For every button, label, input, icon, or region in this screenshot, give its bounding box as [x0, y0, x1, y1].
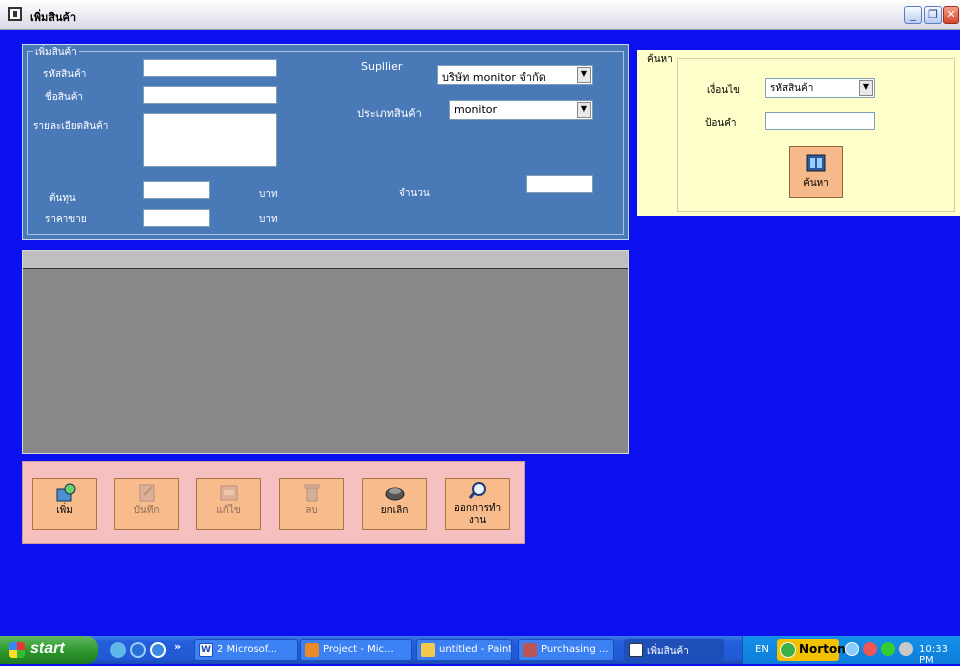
title-bar: เพิ่มสินค้า _ ❐ ✕ — [0, 0, 960, 30]
details-label: รายละเอียดสินค้า — [33, 121, 109, 132]
task-project-label: Project - Mic... — [323, 644, 394, 655]
cost-unit-label: บาท — [259, 189, 278, 200]
system-tray: EN Norton 10:33 PM — [742, 636, 960, 666]
save-button[interactable]: บันทึก — [114, 478, 179, 530]
taskbar: start » W 2 Microsof... Project - Mic...… — [0, 636, 960, 666]
task-paint-label: untitled - Paint — [439, 644, 512, 655]
category-select[interactable]: monitor ▼ — [449, 100, 593, 120]
clock: 10:33 PM — [919, 644, 948, 666]
window-title: เพิ่มสินค้า — [30, 11, 77, 24]
restore-button[interactable]: ❐ — [924, 6, 942, 24]
quantity-input[interactable] — [526, 175, 593, 193]
cancel-button[interactable]: ยกเลิก — [362, 478, 427, 530]
quicklaunch-messenger-icon[interactable] — [110, 642, 126, 658]
search-group-title: ค้นหา — [647, 52, 673, 67]
edit-button[interactable]: แก้ไข — [196, 478, 261, 530]
product-grid[interactable] — [22, 250, 629, 454]
supplier-select[interactable]: บริษัท monitor จำกัด ▼ — [437, 65, 593, 85]
delete-button-label: ลบ — [305, 505, 318, 516]
task-paint[interactable]: untitled - Paint — [416, 639, 512, 661]
condition-select[interactable]: รหัสสินค้า ▼ — [765, 78, 875, 98]
supplier-select-value: บริษัท monitor จำกัด — [442, 71, 546, 84]
search-binoculars-icon — [806, 154, 826, 172]
task-add-product-label: เพิ่มสินค้า — [647, 646, 689, 657]
task-add-product[interactable]: เพิ่มสินค้า — [624, 639, 724, 661]
task-purchasing[interactable]: Purchasing ... — [518, 639, 614, 661]
edit-icon — [218, 483, 240, 503]
language-indicator[interactable]: EN — [755, 644, 769, 655]
minimize-button[interactable]: _ — [904, 6, 922, 24]
task-project[interactable]: Project - Mic... — [300, 639, 412, 661]
keyword-label: ป้อนคำ — [705, 118, 737, 129]
windows-logo-icon — [9, 642, 25, 658]
product-id-input[interactable] — [143, 59, 277, 77]
category-select-value: monitor — [454, 103, 498, 116]
price-input[interactable] — [143, 209, 210, 227]
cancel-button-label: ยกเลิก — [380, 505, 409, 516]
price-label: ราคาขาย — [45, 214, 87, 225]
supplier-label: Supllier — [361, 60, 403, 73]
window-app-icon — [8, 7, 22, 21]
add-button-label: เพิ่ม — [56, 505, 73, 516]
chevron-down-icon[interactable]: ▼ — [859, 80, 873, 96]
delete-icon — [301, 483, 323, 503]
add-icon — [54, 483, 76, 503]
tray-back-icon[interactable] — [845, 642, 859, 656]
project-icon — [305, 643, 319, 657]
add-button[interactable]: เพิ่ม — [32, 478, 97, 530]
cost-input[interactable] — [143, 181, 210, 199]
action-toolbar: เพิ่ม บันทึก แก้ไข ลบ ยกเลิก ออกการทำ งา… — [22, 461, 525, 544]
exit-button-label-line1: ออกการทำ — [453, 503, 502, 514]
tray-volume-icon[interactable] — [899, 642, 913, 656]
save-button-label: บันทึก — [133, 505, 160, 516]
task-word-label: 2 Microsof... — [217, 644, 278, 655]
tray-globe-icon[interactable] — [881, 642, 895, 656]
access-icon — [523, 643, 537, 657]
delete-button[interactable]: ลบ — [279, 478, 344, 530]
quicklaunch-chevron[interactable]: » — [174, 640, 181, 653]
chevron-down-icon[interactable]: ▼ — [577, 102, 591, 118]
quantity-label: จำนวน — [399, 188, 430, 199]
norton-check-icon — [780, 642, 796, 658]
quicklaunch-ie-icon[interactable] — [130, 642, 146, 658]
quicklaunch-browser-icon[interactable] — [150, 642, 166, 658]
edit-button-label: แก้ไข — [216, 505, 241, 516]
task-purchasing-label: Purchasing ... — [541, 644, 609, 655]
start-label: start — [30, 640, 65, 657]
category-label: ประเภทสินค้า — [357, 107, 422, 120]
norton-label: Norton — [799, 642, 846, 656]
search-panel: ค้นหา เงื่อนไข รหัสสินค้า ▼ ป้อนคำ ค้นหา — [637, 50, 960, 216]
exit-button-label-line2: งาน — [468, 515, 487, 526]
cost-label: ต้นทุน — [49, 193, 76, 204]
product-id-label: รหัสสินค้า — [43, 69, 87, 80]
task-word[interactable]: W 2 Microsof... — [194, 639, 298, 661]
condition-label: เงื่อนไข — [707, 85, 741, 96]
grid-header — [23, 251, 628, 269]
close-button[interactable]: ✕ — [943, 6, 959, 24]
product-name-label: ชื่อสินค้า — [45, 92, 84, 103]
product-form-panel: เพิ่มสินค้า รหัสสินค้า ชื่อสินค้า รายละเ… — [22, 44, 629, 240]
norton-badge[interactable]: Norton — [777, 639, 846, 661]
chevron-down-icon[interactable]: ▼ — [577, 67, 591, 83]
exit-icon — [467, 481, 489, 501]
search-button[interactable]: ค้นหา — [789, 146, 843, 198]
price-unit-label: บาท — [259, 214, 278, 225]
form-icon — [629, 643, 643, 657]
search-keyword-input[interactable] — [765, 112, 875, 130]
save-icon — [136, 483, 158, 503]
condition-select-value: รหัสสินค้า — [770, 83, 814, 94]
paint-icon — [421, 643, 435, 657]
details-textarea[interactable] — [143, 113, 277, 167]
search-button-label: ค้นหา — [803, 178, 829, 189]
product-name-input[interactable] — [143, 86, 277, 104]
word-icon: W — [199, 643, 213, 657]
tray-network-icon[interactable] — [863, 642, 877, 656]
product-form-group-title: เพิ่มสินค้า — [33, 45, 79, 60]
cancel-icon — [384, 483, 406, 503]
exit-button[interactable]: ออกการทำ งาน — [445, 478, 510, 530]
